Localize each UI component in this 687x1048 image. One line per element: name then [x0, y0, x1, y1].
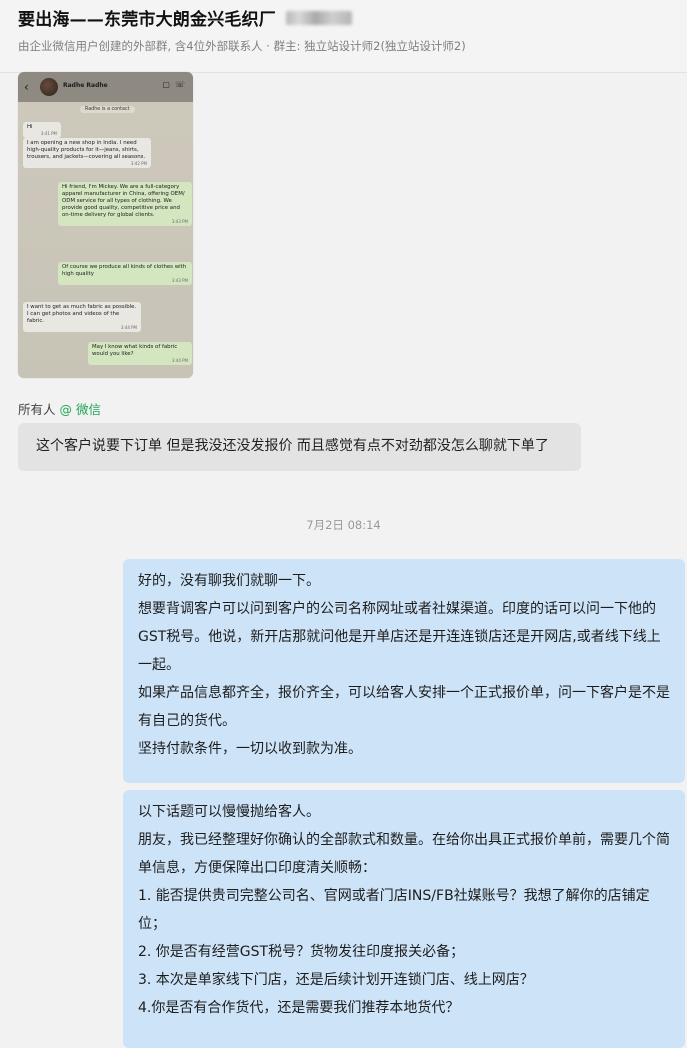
screenshot-message-time: 3:43 PM	[171, 219, 188, 224]
screenshot-message-time: 3:44 PM	[120, 325, 137, 330]
message-line: 1. 能否提供贵司完整公司名、官网或者门店INS/FB社媒账号？我想了解你的店铺…	[138, 888, 650, 932]
screenshot-message-time: 3:41 PM	[40, 131, 57, 136]
screenshot-message-text: Hi friend, I'm Mickey. We are a full-cat…	[62, 184, 185, 218]
screenshot-chat-body: Radhe is a contact Hi 3:41 PM I am openi…	[18, 102, 193, 378]
mention-at[interactable]: @ 微信	[60, 402, 101, 417]
screenshot-message-time: 3:43 PM	[171, 278, 188, 283]
message-line: 坚持付款条件，一切以收到款为准。	[138, 741, 362, 757]
redacted-title-suffix	[286, 10, 352, 25]
avatar	[40, 78, 58, 96]
back-arrow-icon: ‹	[24, 80, 29, 94]
screenshot-message-text: Of course we produce all kinds of clothe…	[62, 264, 187, 277]
video-call-icon: ▢	[162, 80, 170, 89]
mention-line: 所有人 @ 微信	[18, 399, 101, 418]
screenshot-chat-topbar: ‹ Radhe Radhe ▢ ☏	[18, 72, 193, 102]
chat-header: 要出海——东莞市大朗金兴毛织厂 由企业微信用户创建的外部群, 含4位外部联系人 …	[0, 0, 687, 73]
message-line: 2. 你是否有经营GST税号？货物发往印度报关必备；	[138, 944, 465, 960]
outgoing-message-2[interactable]: 以下话题可以慢慢抛给客人。 朋友，我已经整理好你确认的全部款式和数量。在给你出具…	[123, 790, 685, 1048]
message-line: 以下话题可以慢慢抛给客人。	[138, 804, 320, 820]
incoming-message[interactable]: 这个客户说要下订单 但是我没还没发报价 而且感觉有点不对劲都没怎么聊就下单了	[18, 423, 581, 471]
screenshot-message: I want to get as much fabric as possible…	[23, 302, 141, 332]
mention-prefix: 所有人	[18, 402, 56, 417]
screenshot-message-time: 3:42 PM	[130, 161, 147, 166]
title-row: 要出海——东莞市大朗金兴毛织厂	[18, 5, 352, 30]
screenshot-contact-notice: Radhe is a contact	[80, 106, 135, 113]
screenshot-message: I am opening a new shop in India. I need…	[23, 138, 151, 168]
screenshot-contact-name: Radhe Radhe	[63, 82, 108, 89]
shared-image[interactable]: ‹ Radhe Radhe ▢ ☏ Radhe is a contact Hi …	[18, 72, 193, 378]
message-line: 想要背调客户可以问到客户的公司名称网址或者社媒渠道。印度的话可以问一下他的GST…	[138, 601, 661, 673]
message-line: 4.你是否有合作货代，还是需要我们推荐本地货代？	[138, 1000, 460, 1016]
group-subtitle: 由企业微信用户创建的外部群, 含4位外部联系人 · 群主: 独立站设计师2(独立…	[18, 39, 466, 53]
screenshot-message: May I know what kinds of fabric would yo…	[88, 342, 192, 365]
screenshot-message-text: I want to get as much fabric as possible…	[27, 304, 137, 324]
outgoing-message-1[interactable]: 好的，没有聊我们就聊一下。 想要背调客户可以问到客户的公司名称网址或者社媒渠道。…	[123, 559, 685, 783]
message-line: 朋友，我已经整理好你确认的全部款式和数量。在给你出具正式报价单前，需要几个简单信…	[138, 832, 670, 876]
group-title[interactable]: 要出海——东莞市大朗金兴毛织厂	[18, 5, 276, 30]
message-line: 好的，没有聊我们就聊一下。	[138, 573, 320, 589]
screenshot-message-time: 3:44 PM	[171, 358, 188, 363]
timestamp: 7月2日 08:14	[306, 518, 381, 532]
screenshot-message-text: I am opening a new shop in India. I need…	[27, 140, 146, 160]
message-line: 如果产品信息都齐全，报价齐全，可以给客人安排一个正式报价单，问一下客户是不是有自…	[138, 685, 670, 729]
message-line: 3. 本次是单家线下门店，还是后续计划开连锁门店、线上网店？	[138, 972, 534, 988]
screenshot-message-text: May I know what kinds of fabric would yo…	[92, 344, 178, 357]
screenshot-message-text: Hi	[27, 124, 33, 130]
screenshot-message: Hi 3:41 PM	[23, 122, 61, 138]
screenshot-message: Hi friend, I'm Mickey. We are a full-cat…	[58, 182, 192, 226]
screenshot-message: Of course we produce all kinds of clothe…	[58, 262, 192, 285]
phone-icon: ☏	[174, 80, 185, 89]
